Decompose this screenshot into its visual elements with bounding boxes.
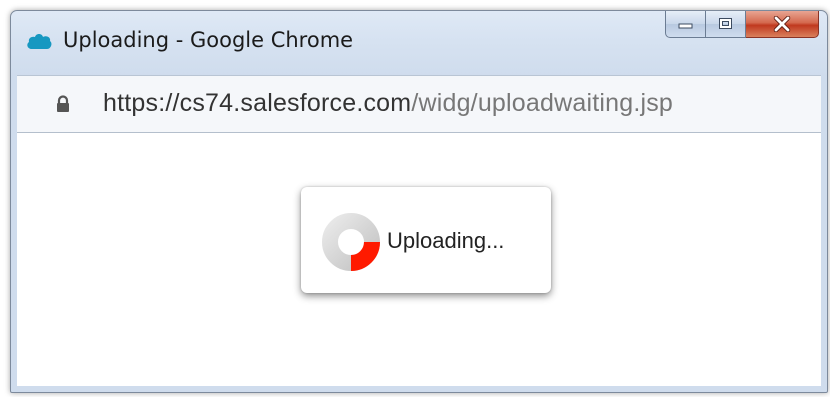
minimize-icon [678, 23, 692, 29]
upload-status-dialog: Uploading... [301, 187, 551, 293]
close-button[interactable] [746, 11, 819, 38]
minimize-button[interactable] [665, 11, 706, 38]
url-text[interactable]: https://cs74.salesforce.com/widg/uploadw… [103, 89, 673, 118]
lock-icon [57, 95, 69, 112]
title-bar[interactable]: Uploading - Google Chrome [11, 11, 827, 73]
loading-spinner-icon [322, 213, 380, 271]
browser-window: Uploading - Google Chrome https://cs74.s… [10, 10, 828, 393]
maximize-button[interactable] [706, 11, 746, 38]
url-host: https://cs74.salesforce.com [103, 89, 412, 117]
salesforce-cloud-icon [27, 34, 52, 49]
page-content: Uploading... [17, 133, 821, 386]
address-bar[interactable]: https://cs74.salesforce.com/widg/uploadw… [17, 75, 821, 133]
url-path: /widg/uploadwaiting.jsp [411, 89, 674, 117]
maximize-icon [718, 18, 732, 29]
caption-buttons [665, 11, 819, 39]
window-title: Uploading - Google Chrome [63, 28, 354, 52]
uploading-message: Uploading... [387, 228, 505, 253]
close-icon [773, 16, 791, 32]
